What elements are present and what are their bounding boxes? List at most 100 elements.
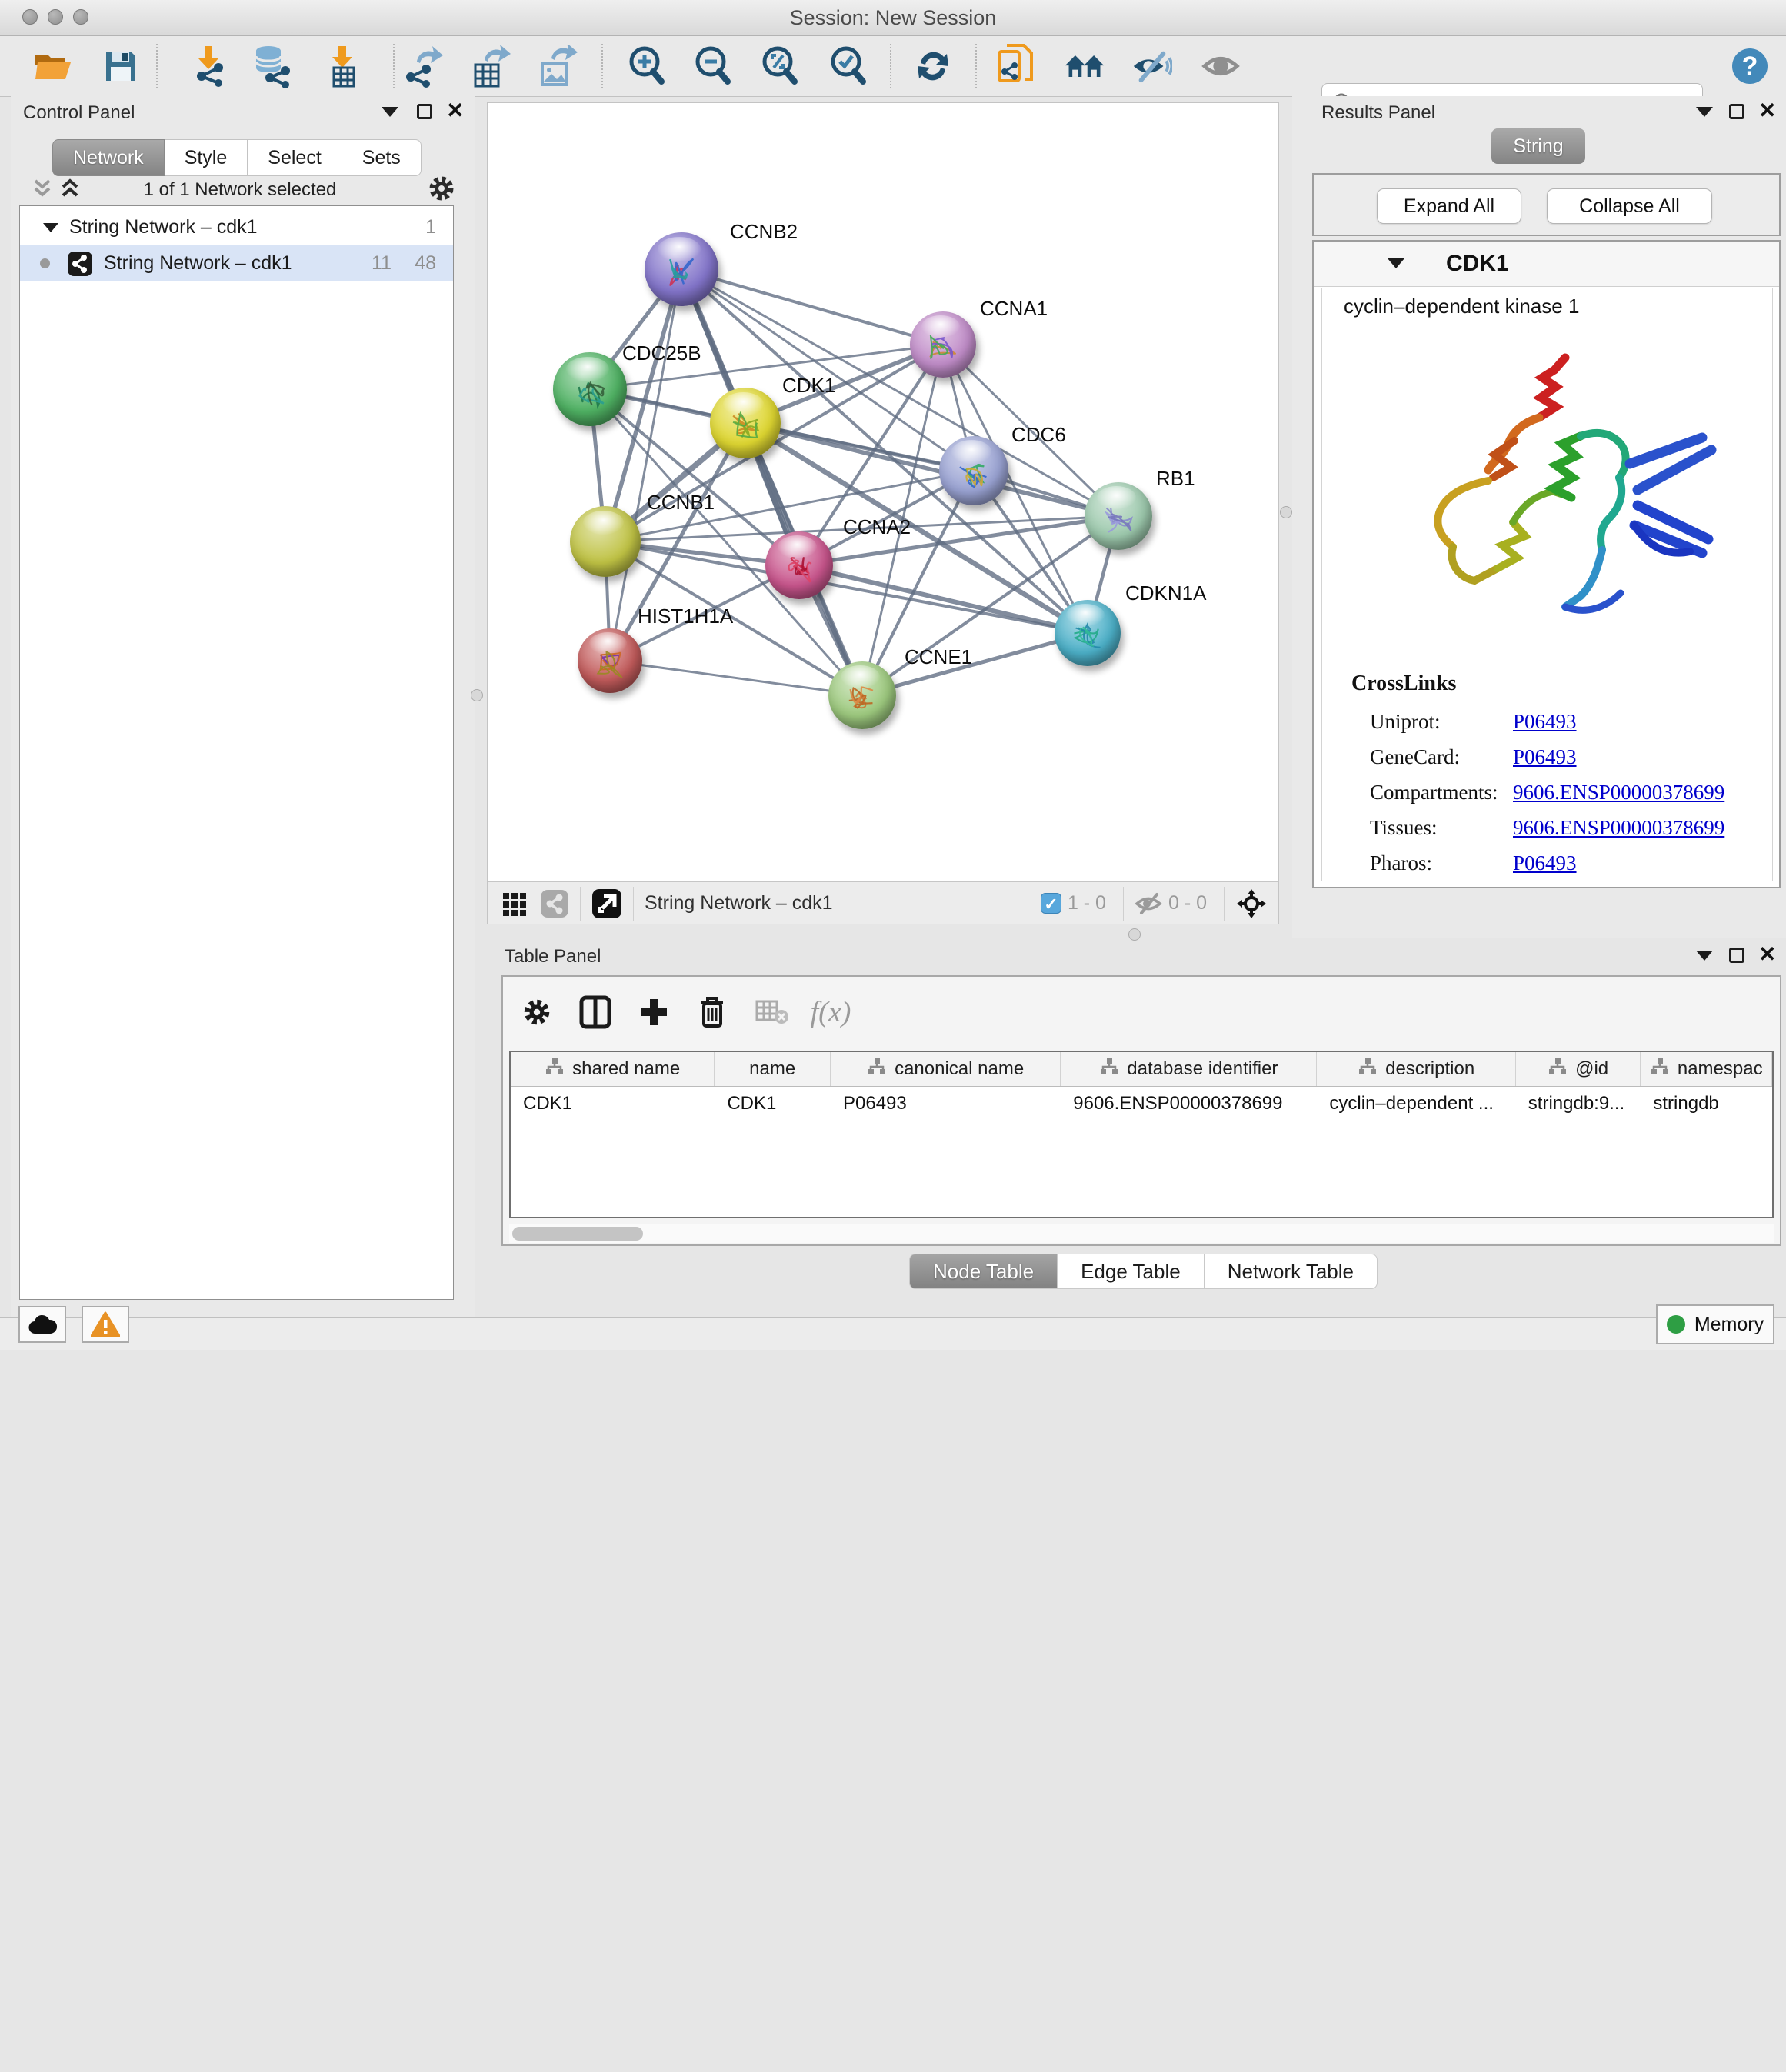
hide-panel-icon[interactable]: [1131, 45, 1172, 87]
crosslink-link[interactable]: 9606.ENSP00000378699: [1513, 781, 1724, 804]
column-header-namespac[interactable]: namespac: [1641, 1052, 1772, 1086]
save-session-icon[interactable]: [100, 45, 142, 87]
tree-expander-icon[interactable]: [43, 223, 58, 232]
column-header-database-identifier[interactable]: database identifier: [1061, 1052, 1317, 1086]
tab-network-table[interactable]: Network Table: [1205, 1254, 1378, 1289]
table-cell[interactable]: stringdb: [1641, 1087, 1772, 1121]
crosslink-link[interactable]: P06493: [1513, 745, 1577, 769]
table-cell[interactable]: 9606.ENSP00000378699: [1061, 1087, 1317, 1121]
table-hscrollbar-thumb[interactable]: [512, 1227, 643, 1241]
control-panel-close-icon[interactable]: ✕: [446, 102, 464, 119]
detach-view-icon[interactable]: [591, 888, 622, 919]
delete-column-icon[interactable]: [691, 991, 734, 1034]
section-collapse-icon[interactable]: [1388, 258, 1404, 268]
tab-select[interactable]: Select: [248, 139, 342, 176]
tab-style[interactable]: Style: [165, 139, 248, 176]
tab-edge-table[interactable]: Edge Table: [1058, 1254, 1205, 1289]
help-icon[interactable]: ?: [1729, 45, 1771, 87]
results-panel-float-icon[interactable]: [1729, 104, 1744, 119]
warnings-button[interactable]: [82, 1306, 129, 1343]
collapse-all-button[interactable]: Collapse All: [1547, 188, 1712, 224]
zoom-out-icon[interactable]: [691, 45, 733, 87]
table-panel-collapse-icon[interactable]: [1696, 951, 1713, 961]
show-columns-icon[interactable]: [574, 991, 617, 1034]
network-node-CCNB1[interactable]: [570, 506, 641, 577]
import-network-from-database-icon[interactable]: [252, 45, 293, 87]
import-network-icon[interactable]: [187, 45, 228, 87]
network-node-CDKN1A[interactable]: [1055, 600, 1121, 666]
open-session-icon[interactable]: [32, 45, 74, 87]
grid-view-icon[interactable]: [501, 890, 529, 918]
table-panel-close-icon[interactable]: ✕: [1758, 946, 1776, 963]
pan-navigator-icon[interactable]: [1235, 888, 1268, 920]
zoom-fit-icon[interactable]: [758, 45, 800, 87]
column-header-name[interactable]: name: [715, 1052, 831, 1086]
zoom-selected-icon[interactable]: [827, 45, 868, 87]
crosslink-link[interactable]: 9606.ENSP00000378699: [1513, 816, 1724, 840]
collapse-all-networks-icon[interactable]: [31, 178, 54, 203]
network-canvas[interactable]: CCNB2CCNA1CDC25BCDK1CDC6RB1CCNB1CCNA2CDK…: [488, 103, 1278, 881]
column-header-canonical-name[interactable]: canonical name: [831, 1052, 1061, 1086]
table-cell[interactable]: stringdb:9...: [1516, 1087, 1641, 1121]
tab-node-table[interactable]: Node Table: [909, 1254, 1058, 1289]
table-cell[interactable]: CDK1: [715, 1087, 831, 1121]
network-node-CCNA2[interactable]: [765, 531, 833, 599]
column-header-description[interactable]: description: [1317, 1052, 1515, 1086]
network-node-CCNB2[interactable]: [645, 232, 718, 306]
crosslink-link[interactable]: P06493: [1513, 851, 1577, 875]
table-cell[interactable]: cyclin–dependent ...: [1317, 1087, 1515, 1121]
tab-string[interactable]: String: [1491, 128, 1585, 164]
network-thumbnail-icon[interactable]: [540, 889, 569, 918]
results-panel-collapse-icon[interactable]: [1696, 107, 1713, 117]
home-networks-icon[interactable]: [1064, 45, 1105, 87]
network-node-CCNA1[interactable]: [910, 311, 976, 378]
refresh-icon[interactable]: [912, 45, 954, 87]
table-cell[interactable]: P06493: [831, 1087, 1061, 1121]
right-splitter-handle[interactable]: [1280, 506, 1292, 518]
tab-network[interactable]: Network: [52, 139, 165, 176]
network-edge-CCNA2-CDKN1A[interactable]: [799, 565, 1088, 633]
network-node-CDC25B[interactable]: [553, 352, 627, 426]
crosslink-link[interactable]: P06493: [1513, 710, 1577, 734]
results-panel-close-icon[interactable]: ✕: [1758, 102, 1776, 119]
left-splitter-handle[interactable]: [471, 689, 483, 701]
network-node-CDK1[interactable]: [710, 388, 781, 458]
import-table-icon[interactable]: [321, 45, 362, 87]
expand-all-button[interactable]: Expand All: [1377, 188, 1521, 224]
cloud-status-button[interactable]: [18, 1306, 66, 1343]
network-edge-CCNB2-HIST1H1A[interactable]: [610, 269, 681, 661]
network-row[interactable]: String Network – cdk1 11 48: [20, 245, 453, 281]
network-node-CDC6[interactable]: [939, 436, 1008, 505]
table-row[interactable]: CDK1CDK1P064939606.ENSP00000378699cyclin…: [511, 1087, 1772, 1121]
zoom-in-icon[interactable]: [625, 45, 667, 87]
tab-sets[interactable]: Sets: [342, 139, 422, 176]
expand-all-networks-icon[interactable]: [58, 178, 82, 203]
network-node-CCNE1[interactable]: [828, 661, 896, 729]
control-panel-float-icon[interactable]: [417, 104, 432, 119]
node-result-header[interactable]: CDK1: [1314, 242, 1779, 287]
network-node-HIST1H1A[interactable]: [578, 628, 642, 693]
selected-indicator-checkbox[interactable]: ✓: [1041, 893, 1061, 914]
show-panel-icon[interactable]: [1200, 45, 1241, 87]
table-panel-float-icon[interactable]: [1729, 948, 1744, 963]
network-edge-CCNE1-HIST1H1A[interactable]: [610, 661, 862, 695]
table-options-gear-icon[interactable]: [515, 991, 558, 1034]
network-collection-row[interactable]: String Network – cdk1 1: [20, 209, 453, 245]
network-edge-CCNB2-CCNA1[interactable]: [681, 269, 943, 345]
memory-button[interactable]: Memory: [1656, 1304, 1774, 1344]
network-node-RB1[interactable]: [1085, 482, 1152, 550]
export-table-icon[interactable]: [469, 45, 511, 87]
node-structure-thumbnail: [592, 646, 628, 681]
table-cell[interactable]: CDK1: [511, 1087, 715, 1121]
export-network-icon[interactable]: [403, 45, 445, 87]
table-hscrollbar[interactable]: [509, 1224, 1774, 1243]
column-header-label: canonical name: [895, 1058, 1024, 1080]
copy-network-icon[interactable]: [995, 45, 1036, 87]
network-edge-CCNE1-CDKN1A[interactable]: [862, 633, 1088, 695]
column-header-shared-name[interactable]: shared name: [511, 1052, 715, 1086]
network-options-gear-icon[interactable]: [426, 173, 457, 208]
export-image-icon[interactable]: [536, 45, 578, 87]
create-column-icon[interactable]: [632, 991, 675, 1034]
column-header-@id[interactable]: @id: [1516, 1052, 1641, 1086]
control-panel-collapse-icon[interactable]: [382, 107, 398, 117]
